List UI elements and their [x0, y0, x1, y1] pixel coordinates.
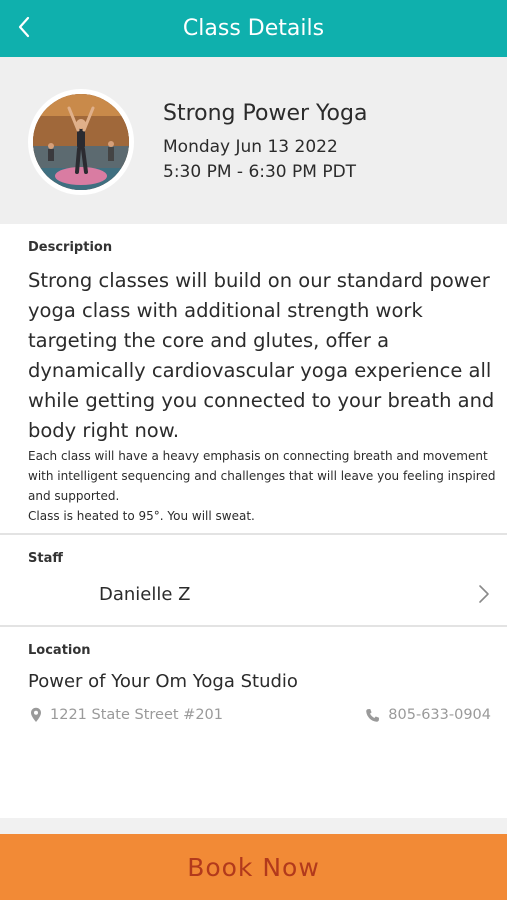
- address-text: 1221 State Street #201: [50, 707, 223, 723]
- footer-spacer: [0, 818, 507, 834]
- book-now-button[interactable]: Book Now: [0, 834, 507, 900]
- staff-row[interactable]: Danielle Z: [0, 572, 507, 620]
- page-title: Class Details: [182, 16, 325, 41]
- chevron-right-icon: [479, 585, 489, 603]
- class-date: Monday Jun 13 2022: [163, 137, 338, 157]
- class-name: Strong Power Yoga: [163, 101, 368, 126]
- class-summary: Strong Power Yoga Monday Jun 13 2022 5:3…: [0, 57, 507, 224]
- divider: [0, 533, 507, 535]
- address[interactable]: 1221 State Street #201: [30, 704, 223, 726]
- map-pin-icon: [30, 707, 42, 723]
- description-label: Description: [28, 240, 113, 255]
- divider: [0, 625, 507, 627]
- description-detail-line: Class is heated to 95°. You will sweat.: [28, 509, 255, 523]
- yoga-photo-illustration: [33, 94, 129, 190]
- phone[interactable]: 805-633-0904: [365, 704, 491, 726]
- location-name: Power of Your Om Yoga Studio: [28, 671, 298, 692]
- phone-text: 805-633-0904: [388, 707, 491, 723]
- app-header: Class Details: [0, 0, 507, 57]
- class-avatar: [28, 89, 134, 195]
- class-photo: [33, 94, 129, 190]
- description-detail-line: Each class will have a heavy emphasis on…: [28, 449, 496, 503]
- phone-icon: [365, 708, 380, 723]
- description-details: Each class will have a heavy emphasis on…: [28, 446, 498, 526]
- staff-name: Danielle Z: [99, 584, 191, 605]
- description-main: Strong classes will build on our standar…: [28, 269, 495, 442]
- location-label: Location: [28, 643, 91, 658]
- class-time: 5:30 PM - 6:30 PM PDT: [163, 162, 357, 182]
- staff-label: Staff: [28, 551, 63, 566]
